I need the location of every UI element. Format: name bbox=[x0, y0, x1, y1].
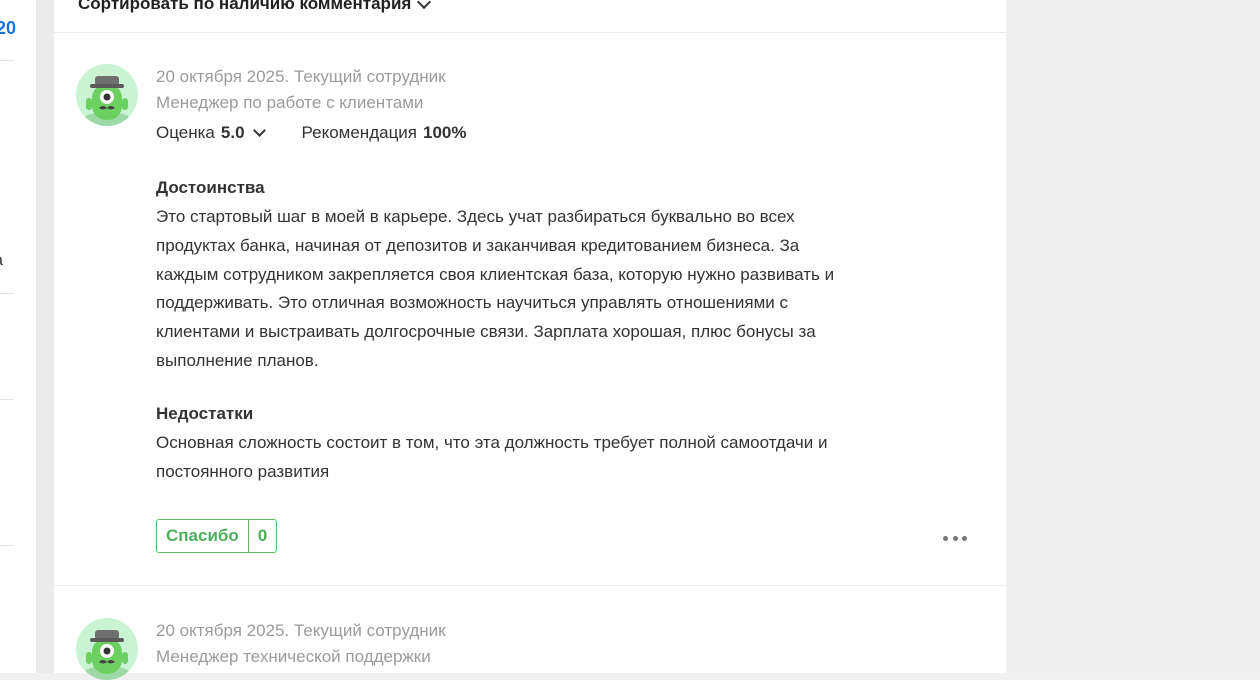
left-column-link-fragment[interactable]: 20 bbox=[0, 18, 16, 39]
thanks-button[interactable]: Спасибо 0 bbox=[156, 519, 278, 553]
sort-dropdown[interactable]: Сортировать по наличию комментария bbox=[78, 0, 432, 14]
reviewer-avatar-icon bbox=[76, 64, 138, 126]
review-card: 20 октября 2025. Текущий сотрудник Менед… bbox=[54, 586, 1006, 680]
left-column-divider bbox=[0, 399, 14, 400]
pros-line: выполнение планов. bbox=[156, 350, 319, 370]
review-position: Менеджер по работе с клиентами bbox=[156, 93, 424, 112]
left-column: 20 · а bbox=[0, 0, 36, 673]
reviewer-avatar-icon bbox=[76, 618, 138, 680]
pros-line: Это стартовый шаг в моей в карьере. Здес… bbox=[156, 207, 795, 226]
review-card: 20 октября 2025. Текущий сотрудник Менед… bbox=[54, 33, 1006, 585]
column-gutter bbox=[36, 0, 54, 673]
review-date-status: 20 октября 2025. Текущий сотрудник bbox=[156, 621, 446, 640]
pros-title: Достоинства bbox=[156, 178, 265, 197]
right-side-area bbox=[1006, 0, 1260, 673]
thanks-count: 0 bbox=[257, 526, 268, 545]
chevron-down-icon bbox=[417, 0, 432, 9]
recommend-value: 100% bbox=[423, 123, 467, 142]
left-column-divider bbox=[0, 545, 14, 546]
sort-label: Сортировать по наличию комментария bbox=[78, 0, 412, 13]
pros-line: каждым сотрудником закрепляется своя кли… bbox=[156, 264, 835, 284]
chevron-down-icon[interactable] bbox=[252, 124, 266, 137]
more-dots-icon[interactable] bbox=[943, 531, 967, 545]
pros-line: клиентами и выстраивать долгосрочные свя… bbox=[156, 322, 816, 342]
pros-line: поддерживать. Это отличная возможность н… bbox=[156, 293, 788, 313]
recommend-label: Рекомендация bbox=[301, 123, 418, 142]
cons-line: постоянного развития bbox=[156, 461, 330, 481]
review-position: Менеджер технической поддержки bbox=[156, 647, 431, 666]
cons-text: Основная сложность состоит в том, что эт… bbox=[156, 429, 876, 487]
rating-value: 5.0 bbox=[220, 123, 245, 142]
pros-line: продуктах банка, начиная от депозитов и … bbox=[156, 235, 800, 255]
cons-line: Основная сложность состоит в том, что эт… bbox=[156, 433, 828, 452]
rating-label: Оценка bbox=[156, 123, 215, 142]
reviews-panel: Сортировать по наличию комментария 20 ок… bbox=[54, 0, 1006, 680]
review-date-status: 20 октября 2025. Текущий сотрудник bbox=[156, 67, 446, 86]
left-column-divider bbox=[0, 60, 14, 61]
review-rating-row: Оценка 5.0 Рекомендация 100% bbox=[156, 123, 467, 143]
left-column-divider bbox=[0, 293, 14, 294]
cons-title: Недостатки bbox=[156, 404, 254, 423]
thanks-label: Спасибо bbox=[157, 520, 249, 552]
left-column-text-fragment: а bbox=[0, 252, 3, 270]
pros-text: Это стартовый шаг в моей в карьере. Здес… bbox=[156, 203, 876, 376]
